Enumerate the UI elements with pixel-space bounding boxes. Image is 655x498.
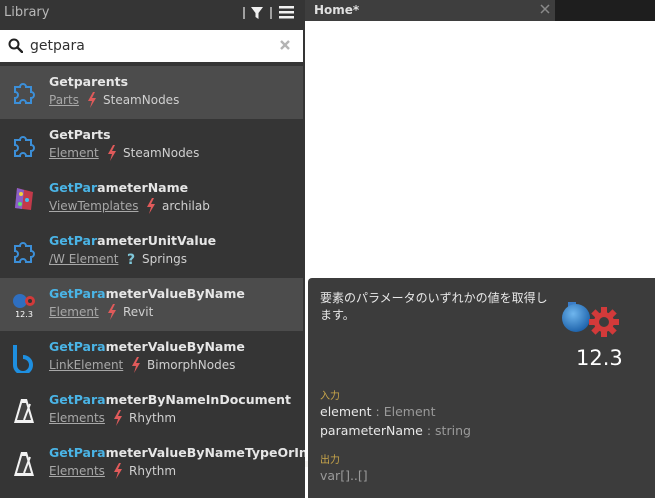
tab-home[interactable]: Home* bbox=[305, 0, 555, 21]
library-result-item[interactable]: GetParameterUnitValue/W Element? Springs bbox=[0, 225, 303, 278]
tooltip-icon-caption: 12.3 bbox=[576, 346, 623, 370]
node-name-rest: ameterUnitValue bbox=[97, 233, 217, 248]
input-parameter: element : Element bbox=[320, 404, 436, 419]
search-match-text: GetPar bbox=[49, 233, 98, 248]
lightning-icon bbox=[87, 92, 97, 108]
node-name-rest: meterValueByName bbox=[105, 339, 245, 354]
library-result-item[interactable]: GetParameterByNameInDocument Elements Rhyt… bbox=[0, 384, 303, 437]
search-results-list: Getparents Parts SteamNodes GetParts Element… bbox=[0, 66, 339, 490]
node-name-rest: ameterName bbox=[97, 180, 189, 195]
category-link[interactable]: Elements bbox=[49, 411, 105, 425]
node-name: GetParameterUnitValue bbox=[49, 233, 216, 248]
node-name: GetParameterName bbox=[49, 180, 188, 195]
lightning-icon bbox=[113, 463, 123, 479]
category-link[interactable]: /W Element bbox=[49, 252, 118, 266]
puzzle-icon bbox=[9, 131, 39, 161]
clear-search-icon[interactable] bbox=[279, 39, 291, 51]
category-link[interactable]: LinkElement bbox=[49, 358, 123, 372]
library-result-item[interactable]: 12.3 GetParameterValueByName Element Revit bbox=[0, 278, 303, 331]
puzzle-icon bbox=[9, 237, 39, 267]
search-icon bbox=[8, 38, 23, 53]
bimorph-icon bbox=[9, 343, 39, 375]
library-result-item[interactable]: GetParts Element SteamNodes bbox=[0, 119, 303, 172]
search-match-text: GetPara bbox=[49, 445, 106, 460]
lightning-icon bbox=[113, 410, 123, 426]
library-title: Library bbox=[4, 5, 50, 20]
lightning-icon bbox=[107, 145, 117, 161]
package-name: SteamNodes bbox=[123, 146, 200, 160]
archilab-icon bbox=[9, 184, 39, 214]
outputs-label: 出力 bbox=[320, 455, 340, 466]
input-parameter: parameterName : string bbox=[320, 423, 471, 438]
package-name: Rhythm bbox=[129, 464, 177, 478]
filter-icon[interactable] bbox=[250, 6, 264, 20]
dynamo-icon: 12.3 bbox=[9, 290, 39, 320]
library-result-item[interactable]: GetParameterValueByNameTypeOrInstan Eleme… bbox=[0, 437, 339, 490]
node-name: GetParts bbox=[49, 127, 111, 142]
lightning-icon bbox=[107, 304, 117, 320]
node-name: GetParameterValueByNameTypeOrInstan bbox=[49, 445, 339, 460]
svg-text:12.3: 12.3 bbox=[15, 310, 33, 319]
lightning-icon bbox=[146, 198, 156, 214]
category-link[interactable]: Element bbox=[49, 305, 99, 319]
search-box bbox=[0, 30, 303, 62]
node-name: Getparents bbox=[49, 74, 128, 89]
library-result-item[interactable]: GetParameterName ViewTemplates archilab bbox=[0, 172, 303, 225]
category-link[interactable]: Parts bbox=[49, 93, 79, 107]
node-name: GetParameterByNameInDocument bbox=[49, 392, 291, 407]
dynamo-node-icon bbox=[562, 302, 619, 337]
category-link[interactable]: Elements bbox=[49, 464, 105, 478]
package-name: BimorphNodes bbox=[147, 358, 236, 372]
library-panel: Library GetparentsPartsSteamNodesGetPart… bbox=[0, 0, 339, 498]
category-link[interactable]: ViewTemplates bbox=[49, 199, 138, 213]
search-match-text: GetPara bbox=[49, 286, 106, 301]
menu-icon[interactable] bbox=[279, 6, 294, 19]
library-header: Library bbox=[0, 0, 303, 26]
tab-bar: Home* bbox=[305, 0, 655, 21]
node-name-rest: meterValueByName bbox=[105, 286, 245, 301]
tooltip-description: 要素のパラメータのいずれかの値を取得します。 bbox=[320, 291, 548, 322]
node-name-rest: GetParts bbox=[49, 127, 111, 142]
node-name: GetParameterValueByName bbox=[49, 286, 245, 301]
library-result-item[interactable]: GetParameterValueByName LinkElement Bimorp… bbox=[0, 331, 303, 384]
header-separator bbox=[270, 7, 272, 19]
node-name-rest: Getparents bbox=[49, 74, 129, 89]
package-name: Rhythm bbox=[129, 411, 177, 425]
header-separator bbox=[243, 7, 245, 19]
package-name: Revit bbox=[123, 305, 154, 319]
package-name: SteamNodes bbox=[103, 93, 180, 107]
search-input[interactable] bbox=[30, 36, 270, 56]
metronome-icon bbox=[9, 396, 39, 426]
metronome-icon bbox=[9, 449, 39, 479]
svg-text:?: ? bbox=[127, 252, 135, 267]
node-name-rest: meterValueByNameTypeOrInstan bbox=[105, 445, 339, 460]
search-match-text: GetPara bbox=[49, 392, 106, 407]
category-link[interactable]: Element bbox=[49, 146, 99, 160]
package-name: Springs bbox=[142, 252, 187, 266]
output-type: var[]..[] bbox=[320, 468, 368, 483]
close-tab-icon[interactable] bbox=[540, 4, 550, 14]
inputs-label: 入力 bbox=[320, 391, 340, 402]
tab-label: Home* bbox=[314, 3, 360, 17]
library-result-item[interactable]: Getparents Parts SteamNodes bbox=[0, 66, 303, 119]
node-name-rest: meterByNameInDocument bbox=[105, 392, 291, 407]
search-match-text: GetPara bbox=[49, 339, 106, 354]
package-name: archilab bbox=[162, 199, 210, 213]
search-match-text: GetPar bbox=[49, 180, 98, 195]
node-tooltip: 要素のパラメータのいずれかの値を取得します。 12.3 入力 element:… bbox=[308, 278, 655, 498]
node-name: GetParameterValueByName bbox=[49, 339, 245, 354]
question-icon: ? bbox=[126, 251, 136, 268]
lightning-icon bbox=[131, 357, 141, 373]
puzzle-icon bbox=[9, 78, 39, 108]
